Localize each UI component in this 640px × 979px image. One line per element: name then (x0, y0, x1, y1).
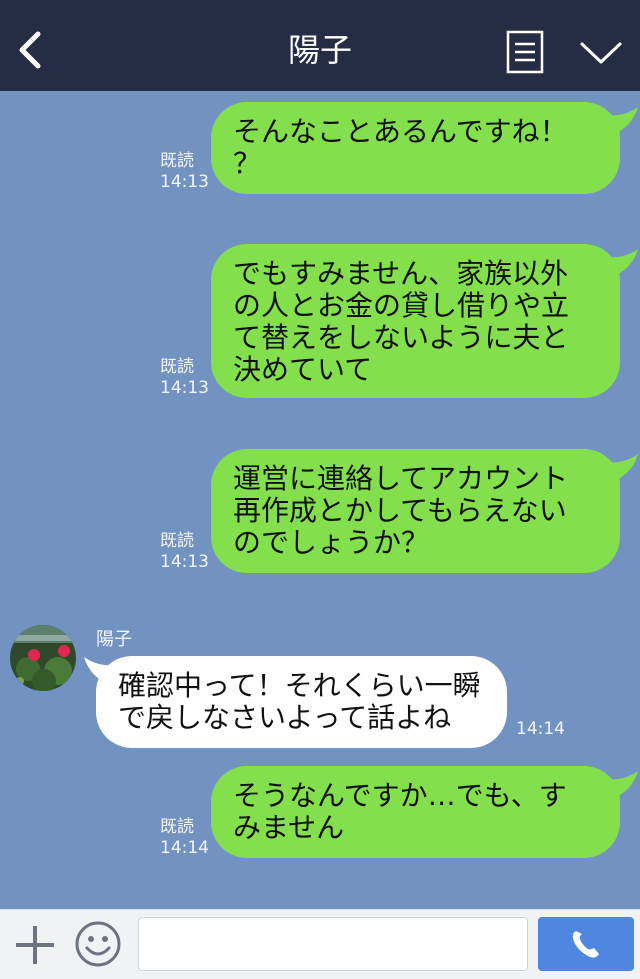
read-receipt: 既読 (160, 357, 194, 377)
bubble-tail (606, 249, 638, 277)
chat-title: 陽子 (287, 31, 352, 69)
sender-avatar[interactable] (10, 625, 76, 691)
outgoing-message[interactable]: そうなんですか…でも、す みません (211, 766, 620, 858)
read-receipt: 既読 (160, 151, 194, 171)
bubble-tail (606, 771, 638, 799)
message-meta: 既読 14:13 (160, 151, 209, 193)
message-time: 14:14 (160, 838, 209, 858)
call-button[interactable] (538, 917, 634, 971)
menu-list-icon[interactable] (506, 30, 544, 74)
read-receipt: 既読 (160, 531, 194, 551)
message-time: 14:13 (160, 378, 209, 398)
message-time: 14:13 (160, 552, 209, 572)
chat-header: 陽子 (0, 0, 640, 91)
smile-icon[interactable] (74, 920, 122, 968)
sender-name: 陽子 (96, 629, 132, 650)
incoming-message[interactable]: 確認中って！それくらい一瞬 で戻しなさいよって話よね (96, 656, 507, 748)
message-input[interactable] (138, 917, 528, 971)
chevron-down-icon[interactable] (578, 38, 624, 68)
message-meta: 既読 14:13 (160, 531, 209, 573)
message-meta: 既読 14:13 (160, 357, 209, 399)
bubble-tail (606, 454, 638, 482)
input-bar (0, 909, 640, 979)
bubble-tail (606, 107, 638, 135)
phone-icon (572, 931, 599, 958)
outgoing-message[interactable]: でもすみません、家族以外 の人とお金の貸し借りや立 て替えをしないように夫と 決… (211, 244, 620, 398)
message-list[interactable]: 既読 14:13 そんなことあるんですね！ ？ 既読 14:13 でもすみません… (0, 91, 640, 909)
read-receipt: 既読 (160, 817, 194, 837)
outgoing-message[interactable]: 運営に連絡してアカウント 再作成とかしてもらえない のでしょうか？ (211, 449, 620, 573)
plus-icon[interactable] (14, 924, 56, 966)
outgoing-message[interactable]: そんなことあるんですね！ ？ (211, 102, 620, 194)
message-meta: 既読 14:14 (160, 817, 209, 859)
message-time: 14:13 (160, 172, 209, 192)
message-time: 14:14 (516, 719, 565, 739)
